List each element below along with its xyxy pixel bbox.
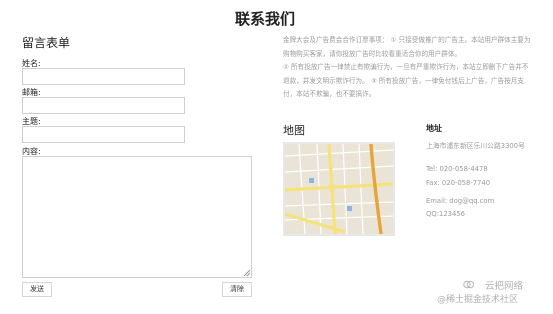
clear-button[interactable]: 清除 — [222, 282, 252, 297]
address-text: 上海市浦东新区乐川公路3300号 — [426, 142, 525, 150]
form-title: 留言表单 — [22, 36, 71, 50]
email-text: Email: dog@qq.com — [426, 197, 495, 205]
resize-grip-icon[interactable] — [244, 270, 250, 276]
watermark-brand: 云把网络 — [485, 281, 524, 292]
map-title: 地图 — [283, 124, 305, 137]
advertising-notice: 金牌大会及广告费会合作订票事项： ① 只接受做推广的广告主。本站用户群体主要为购… — [283, 34, 533, 102]
address-title: 地址 — [426, 124, 442, 133]
tel-text: Tel: 020-058-4478 — [426, 165, 488, 173]
subject-field[interactable] — [22, 126, 185, 143]
name-field[interactable] — [22, 68, 185, 85]
map-image[interactable] — [283, 142, 395, 236]
page-title: 联系我们 — [234, 10, 295, 28]
watermark-community: @稀土掘金技术社区 — [437, 295, 519, 305]
notice-paragraph-1: 金牌大会及广告费会合作订票事项： ① 只接受做推广的广告主。本站用户群体主要为购… — [283, 36, 531, 58]
fax-text: Fax: 020-058-7740 — [426, 179, 491, 187]
email-field[interactable] — [22, 97, 185, 114]
street-map-graphic — [285, 144, 393, 234]
watermark-logo-icon — [463, 280, 474, 289]
notice-paragraph-2: ② 所有投放广告一律禁止有欺骗行为，一旦有严重欺诈行为，本站立即删下广告并不退款… — [283, 63, 529, 98]
send-button[interactable]: 发送 — [22, 282, 52, 297]
content-textarea[interactable] — [22, 156, 252, 278]
qq-text: QQ:123456 — [426, 210, 465, 218]
